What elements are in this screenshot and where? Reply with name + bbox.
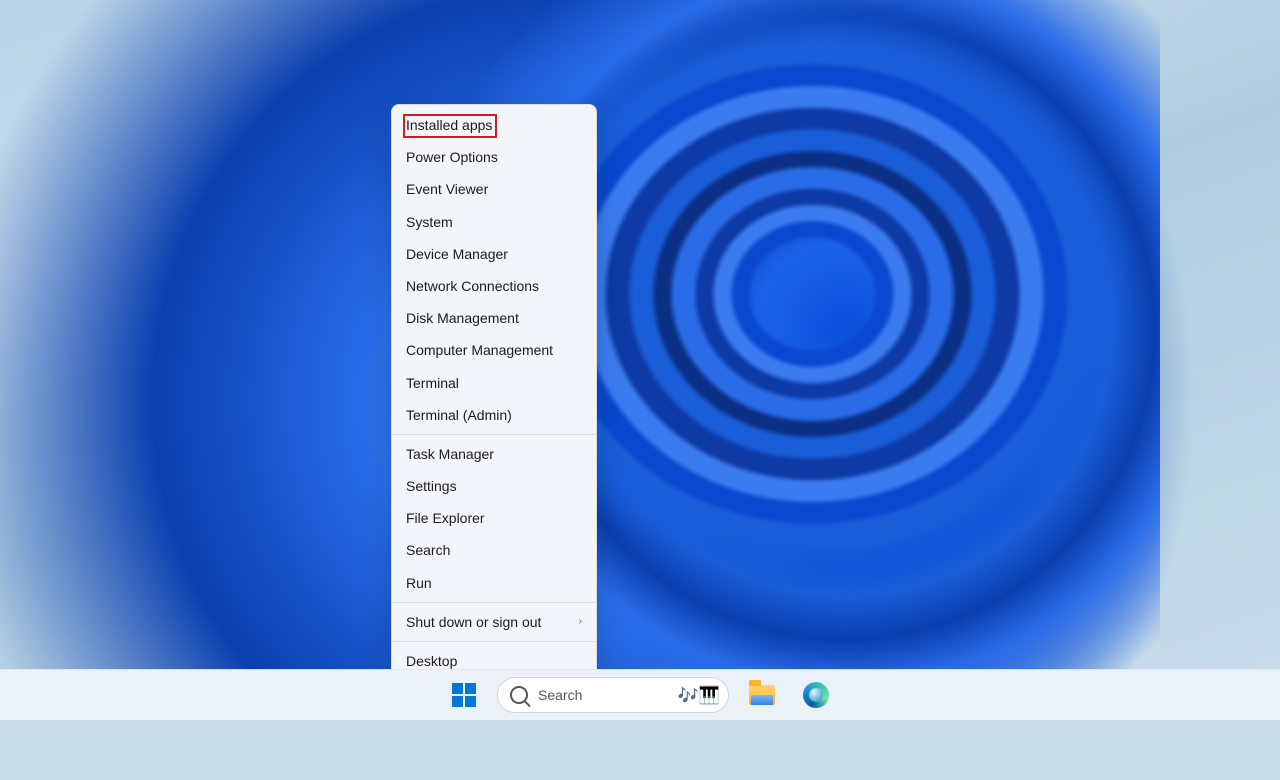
menu-item-file-explorer[interactable]: File Explorer	[392, 502, 596, 534]
menu-item-label: Desktop	[406, 652, 457, 670]
chevron-right-icon: ›	[579, 615, 582, 628]
menu-item-label: Disk Management	[406, 309, 519, 327]
menu-item-label: Device Manager	[406, 245, 508, 263]
menu-item-run[interactable]: Run	[392, 567, 596, 599]
menu-item-task-manager[interactable]: Task Manager	[392, 438, 596, 470]
winx-power-user-menu: Installed apps Power Options Event Viewer S…	[391, 104, 597, 682]
menu-item-installed-apps[interactable]: Installed apps	[392, 109, 596, 141]
menu-item-label: Terminal (Admin)	[406, 406, 512, 424]
menu-item-shut-down-or-sign-out[interactable]: Shut down or sign out ›	[392, 606, 596, 638]
file-explorer-taskbar-button[interactable]	[741, 674, 783, 716]
menu-item-system[interactable]: System	[392, 206, 596, 238]
menu-item-power-options[interactable]: Power Options	[392, 141, 596, 173]
menu-separator	[392, 434, 596, 435]
start-button[interactable]	[443, 674, 485, 716]
menu-item-settings[interactable]: Settings	[392, 470, 596, 502]
menu-item-label: Task Manager	[406, 445, 494, 463]
menu-separator	[392, 641, 596, 642]
search-icon	[510, 686, 528, 704]
edge-taskbar-button[interactable]	[795, 674, 837, 716]
menu-item-terminal-admin[interactable]: Terminal (Admin)	[392, 399, 596, 431]
desktop-wallpaper[interactable]	[0, 0, 1280, 670]
menu-item-disk-management[interactable]: Disk Management	[392, 302, 596, 334]
menu-item-label: Terminal	[406, 374, 459, 392]
taskbar-search-box[interactable]: Search 🎶🎹	[497, 677, 729, 713]
menu-item-label: Installed apps	[406, 116, 492, 134]
taskbar: Search 🎶🎹	[0, 669, 1280, 720]
menu-item-label: Settings	[406, 477, 457, 495]
wallpaper-bloom	[180, 0, 1280, 780]
menu-item-label: File Explorer	[406, 509, 485, 527]
menu-separator	[392, 602, 596, 603]
search-spotlight-icon: 🎶🎹	[678, 687, 720, 704]
menu-item-label: Shut down or sign out	[406, 613, 541, 631]
menu-item-search[interactable]: Search	[392, 534, 596, 566]
menu-item-label: Search	[406, 541, 450, 559]
file-explorer-icon	[749, 685, 775, 705]
menu-item-label: Computer Management	[406, 341, 553, 359]
menu-item-event-viewer[interactable]: Event Viewer	[392, 173, 596, 205]
menu-item-label: Power Options	[406, 148, 498, 166]
edge-icon	[803, 682, 829, 708]
menu-item-label: Run	[406, 574, 432, 592]
menu-item-terminal[interactable]: Terminal	[392, 367, 596, 399]
menu-item-label: Event Viewer	[406, 180, 488, 198]
windows-logo-icon	[452, 683, 476, 707]
menu-item-computer-management[interactable]: Computer Management	[392, 334, 596, 366]
menu-item-label: System	[406, 213, 453, 231]
menu-item-device-manager[interactable]: Device Manager	[392, 238, 596, 270]
menu-item-network-connections[interactable]: Network Connections	[392, 270, 596, 302]
menu-item-label: Network Connections	[406, 277, 539, 295]
search-placeholder-text: Search	[538, 687, 582, 703]
